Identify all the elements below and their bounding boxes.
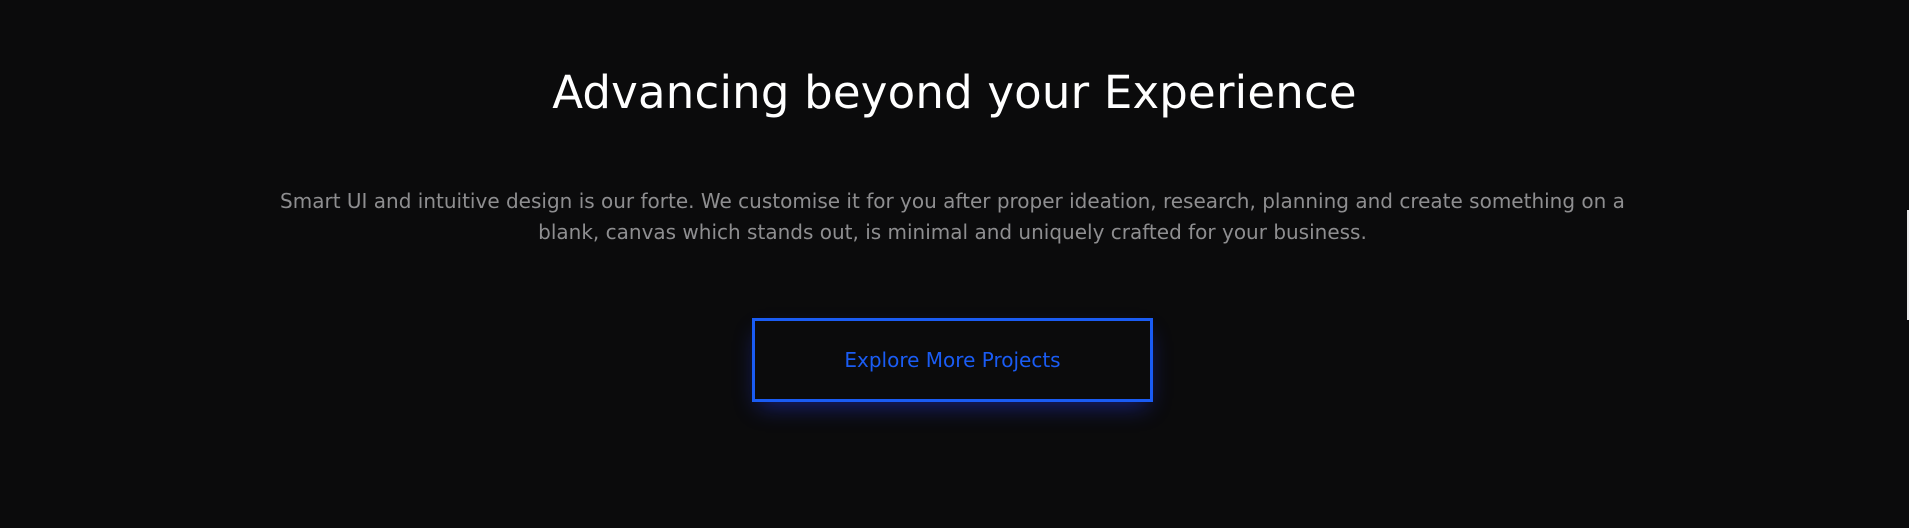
section-description: Smart UI and intuitive design is our for…	[280, 189, 1625, 244]
experience-section: Advancing beyond your Experience Smart U…	[0, 0, 1909, 528]
section-title: Advancing beyond your Experience	[552, 66, 1357, 119]
explore-more-projects-button[interactable]: Explore More Projects	[752, 318, 1153, 402]
